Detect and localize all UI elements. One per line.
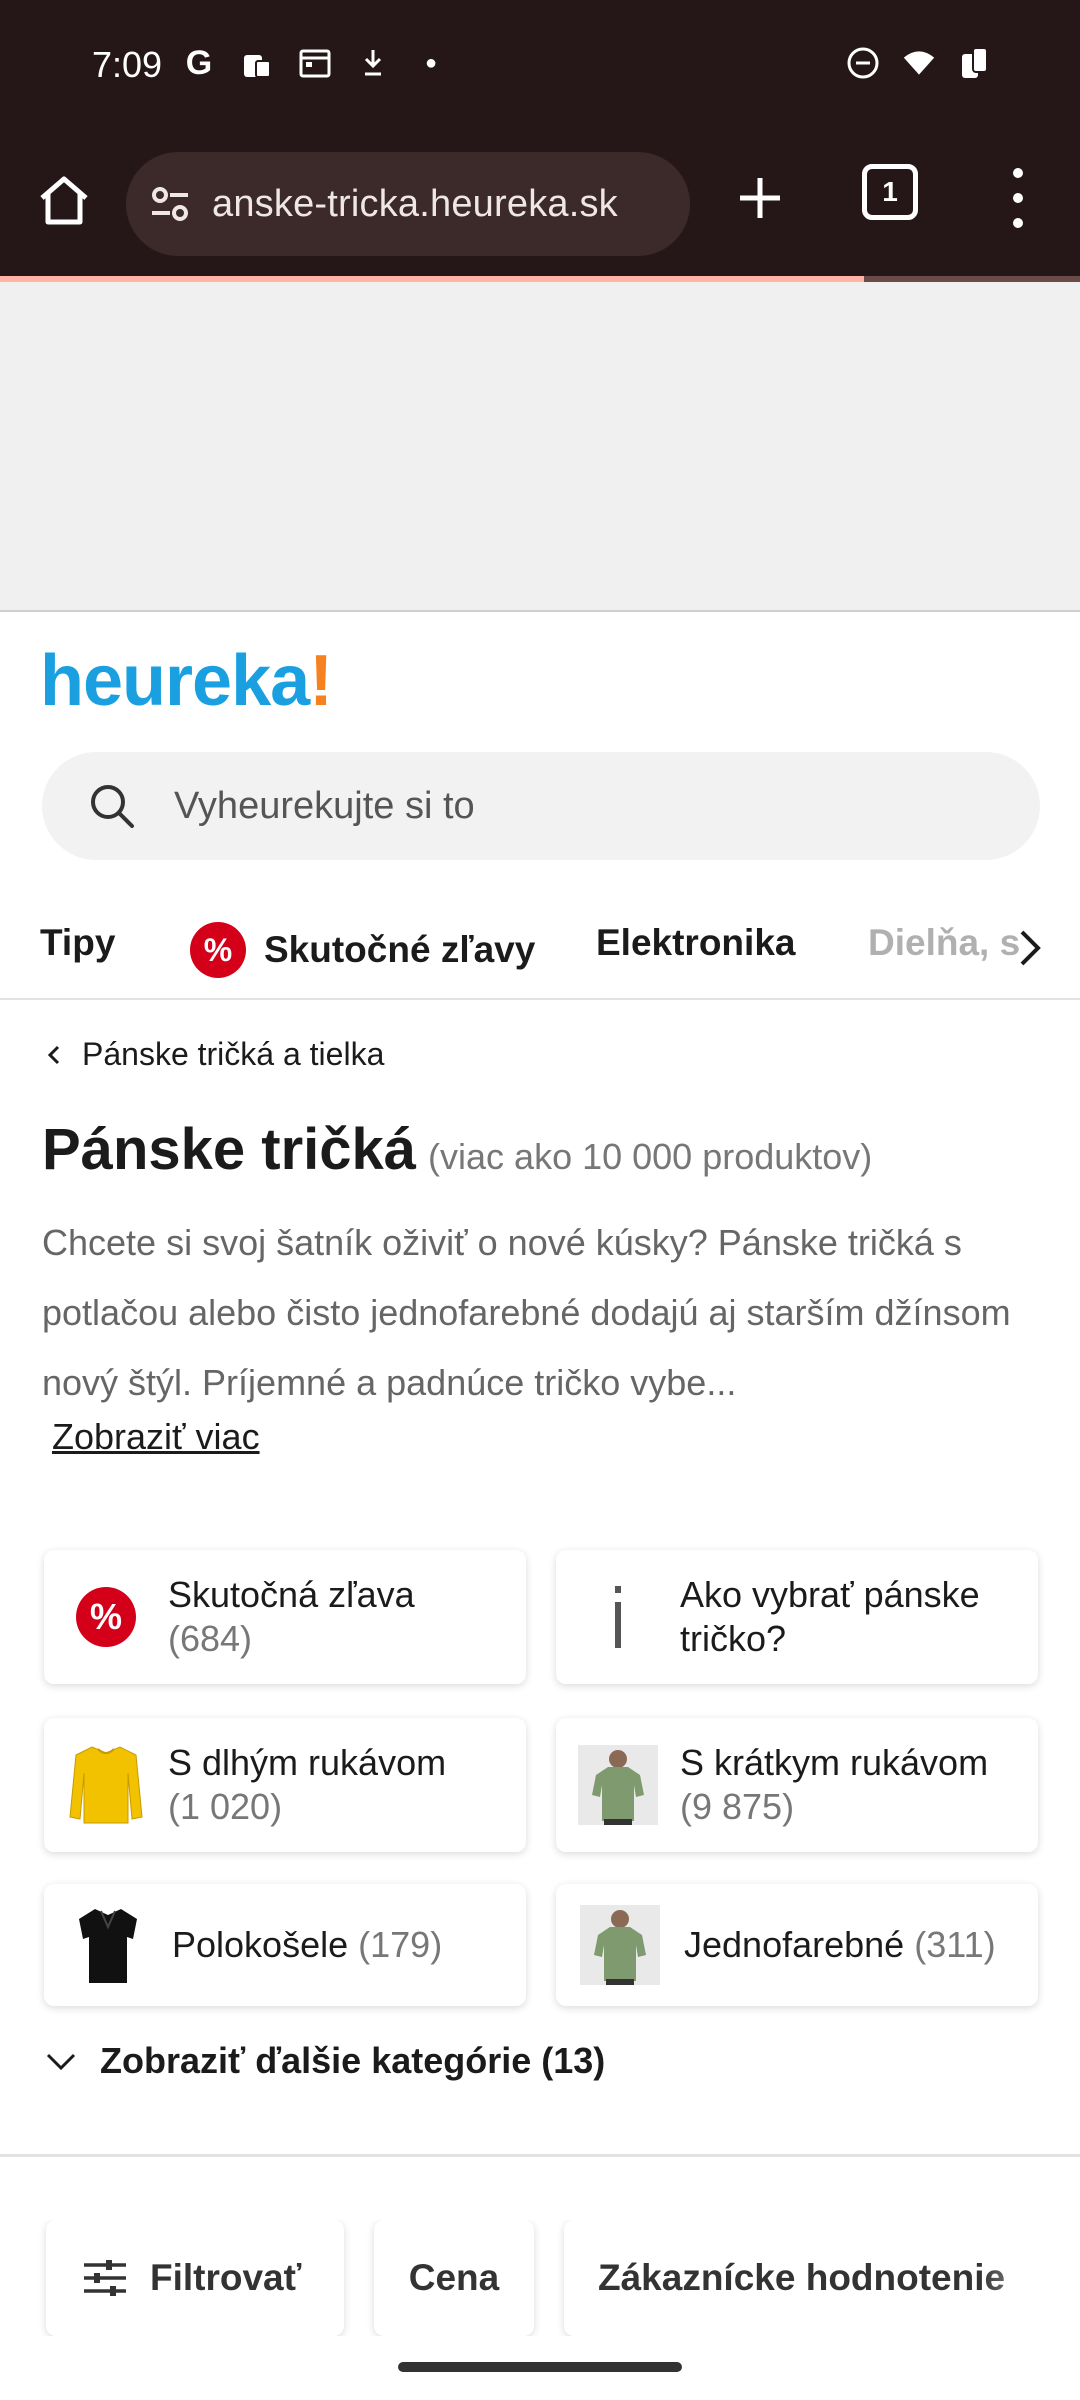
- menu-dot: [1013, 218, 1023, 228]
- nav-item-label: Tipy: [40, 922, 116, 963]
- browser-toolbar: anske-tricka.heureka.sk 1: [0, 138, 1080, 278]
- yellow-longsleeve-thumb: [44, 1743, 168, 1827]
- category-card-kratky-rukav[interactable]: S krátkym rukávom (9 875): [556, 1718, 1038, 1852]
- percent-icon: %: [44, 1586, 168, 1648]
- search-icon: [91, 785, 134, 828]
- logo-bang: !: [309, 641, 333, 721]
- plus-icon: [740, 178, 780, 218]
- percent-icon: %: [190, 922, 246, 978]
- notification-icons: G ●: [182, 43, 448, 82]
- divider: [0, 2154, 1080, 2157]
- product-count: (viac ako 10 000 produktov): [428, 1136, 873, 1177]
- category-card-dlhy-rukav[interactable]: S dlhým rukávom (1 020): [44, 1718, 526, 1852]
- nav-item-tipy[interactable]: Tipy: [40, 922, 115, 964]
- nav-item-label: Elektronika: [596, 922, 796, 963]
- calendar-icon: [298, 46, 332, 80]
- category-card-skutocna-zlava[interactable]: % Skutočná zľava (684): [44, 1550, 526, 1684]
- card-label: S krátkym rukávom (9 875): [680, 1742, 989, 1827]
- nav-item-skutocne-zlavy[interactable]: % Skutočné zľavy: [190, 922, 535, 978]
- home-icon: [40, 176, 88, 225]
- new-tab-button[interactable]: [730, 168, 790, 228]
- dot-icon: ●: [424, 51, 438, 74]
- info-icon: [556, 1584, 680, 1650]
- gesture-home-indicator[interactable]: [398, 2362, 682, 2372]
- battery-icon: [958, 46, 992, 80]
- menu-dot: [1013, 168, 1023, 178]
- chevron-right-icon[interactable]: [1010, 924, 1050, 972]
- nav-item-label: Dielňa, s: [868, 922, 1021, 963]
- breadcrumb[interactable]: Pánske tričká a tielka: [44, 1036, 384, 1073]
- nav-item-elektronika[interactable]: Elektronika: [596, 922, 795, 964]
- heureka-logo[interactable]: heureka!: [40, 640, 333, 722]
- nav-item-label: Skutočné zľavy: [264, 929, 536, 970]
- chevron-down-icon: [46, 2053, 76, 2071]
- category-card-ako-vybrat[interactable]: Ako vybrať pánske tričko?: [556, 1550, 1038, 1684]
- nav-item-dielna[interactable]: Dielňa, s: [868, 922, 1020, 964]
- card-label: Ako vybrať pánske tričko?: [680, 1574, 980, 1659]
- scroll-fade: [980, 2220, 1080, 2336]
- more-categories-label: Zobraziť ďalšie kategórie (13): [100, 2040, 606, 2081]
- dnd-icon: [846, 46, 880, 80]
- logo-text: heureka: [40, 641, 310, 721]
- google-icon: G: [185, 43, 213, 82]
- search-input[interactable]: [174, 784, 994, 828]
- category-card-polokosele[interactable]: Polokošele (179): [44, 1884, 526, 2006]
- rating-filter-label: Zákaznícke hodnotenie: [598, 2257, 1006, 2298]
- card-label: S dlhým rukávom (1 020): [168, 1742, 447, 1827]
- green-tshirt-thumb: [556, 1745, 680, 1825]
- status-bar: 7:09 G ●: [0, 0, 1080, 138]
- filter-button-label: Filtrovať: [150, 2257, 302, 2298]
- show-more-link[interactable]: Zobraziť viac: [52, 1416, 260, 1458]
- category-description: Chcete si svoj šatník oživiť o nové kúsk…: [42, 1222, 1011, 1403]
- card-label: Skutočná zľava (684): [168, 1574, 415, 1659]
- price-filter-label: Cena: [408, 2257, 500, 2298]
- system-icons: [846, 46, 992, 80]
- price-filter-button[interactable]: Cena: [374, 2220, 534, 2336]
- card-label: Polokošele (179): [172, 1924, 443, 1965]
- breadcrumb-label: Pánske tričká a tielka: [82, 1036, 385, 1072]
- wifi-icon: [902, 46, 936, 80]
- tab-switcher-button[interactable]: 1: [862, 164, 918, 220]
- menu-dot: [1013, 193, 1023, 203]
- page-title-row: Pánske tričká (viac ako 10 000 produktov…: [42, 1116, 872, 1183]
- category-nav: Tipy % Skutočné zľavy Elektronika Dielňa…: [0, 900, 1080, 1000]
- site-settings-icon[interactable]: [146, 180, 194, 228]
- more-menu-button[interactable]: [1000, 168, 1036, 228]
- home-button[interactable]: [34, 170, 94, 230]
- category-card-jednofarebne[interactable]: Jednofarebné (311): [556, 1884, 1038, 2006]
- page-title: Pánske tričká: [42, 1117, 417, 1182]
- status-time: 7:09: [92, 44, 163, 85]
- download-icon: [356, 46, 390, 80]
- card-label: Jednofarebné (311): [684, 1924, 996, 1965]
- filter-bar: Filtrovať Cena Zákaznícke hodnotenie: [0, 2220, 1080, 2336]
- search-bar[interactable]: [42, 752, 1040, 860]
- black-polo-thumb: [44, 1905, 172, 1985]
- url-bar[interactable]: anske-tricka.heureka.sk: [126, 152, 690, 256]
- url-text[interactable]: anske-tricka.heureka.sk: [212, 183, 662, 226]
- svg-text:%: %: [90, 1596, 122, 1637]
- show-more-categories-button[interactable]: Zobraziť ďalšie kategórie (13): [44, 2040, 605, 2082]
- sliders-icon: [84, 2260, 126, 2296]
- green-tshirt-thumb: [556, 1905, 684, 1985]
- ad-placeholder: [0, 282, 1080, 612]
- chevron-left-icon: [47, 1045, 60, 1064]
- work-profile-icon: [240, 46, 274, 80]
- filter-button[interactable]: Filtrovať: [46, 2220, 344, 2336]
